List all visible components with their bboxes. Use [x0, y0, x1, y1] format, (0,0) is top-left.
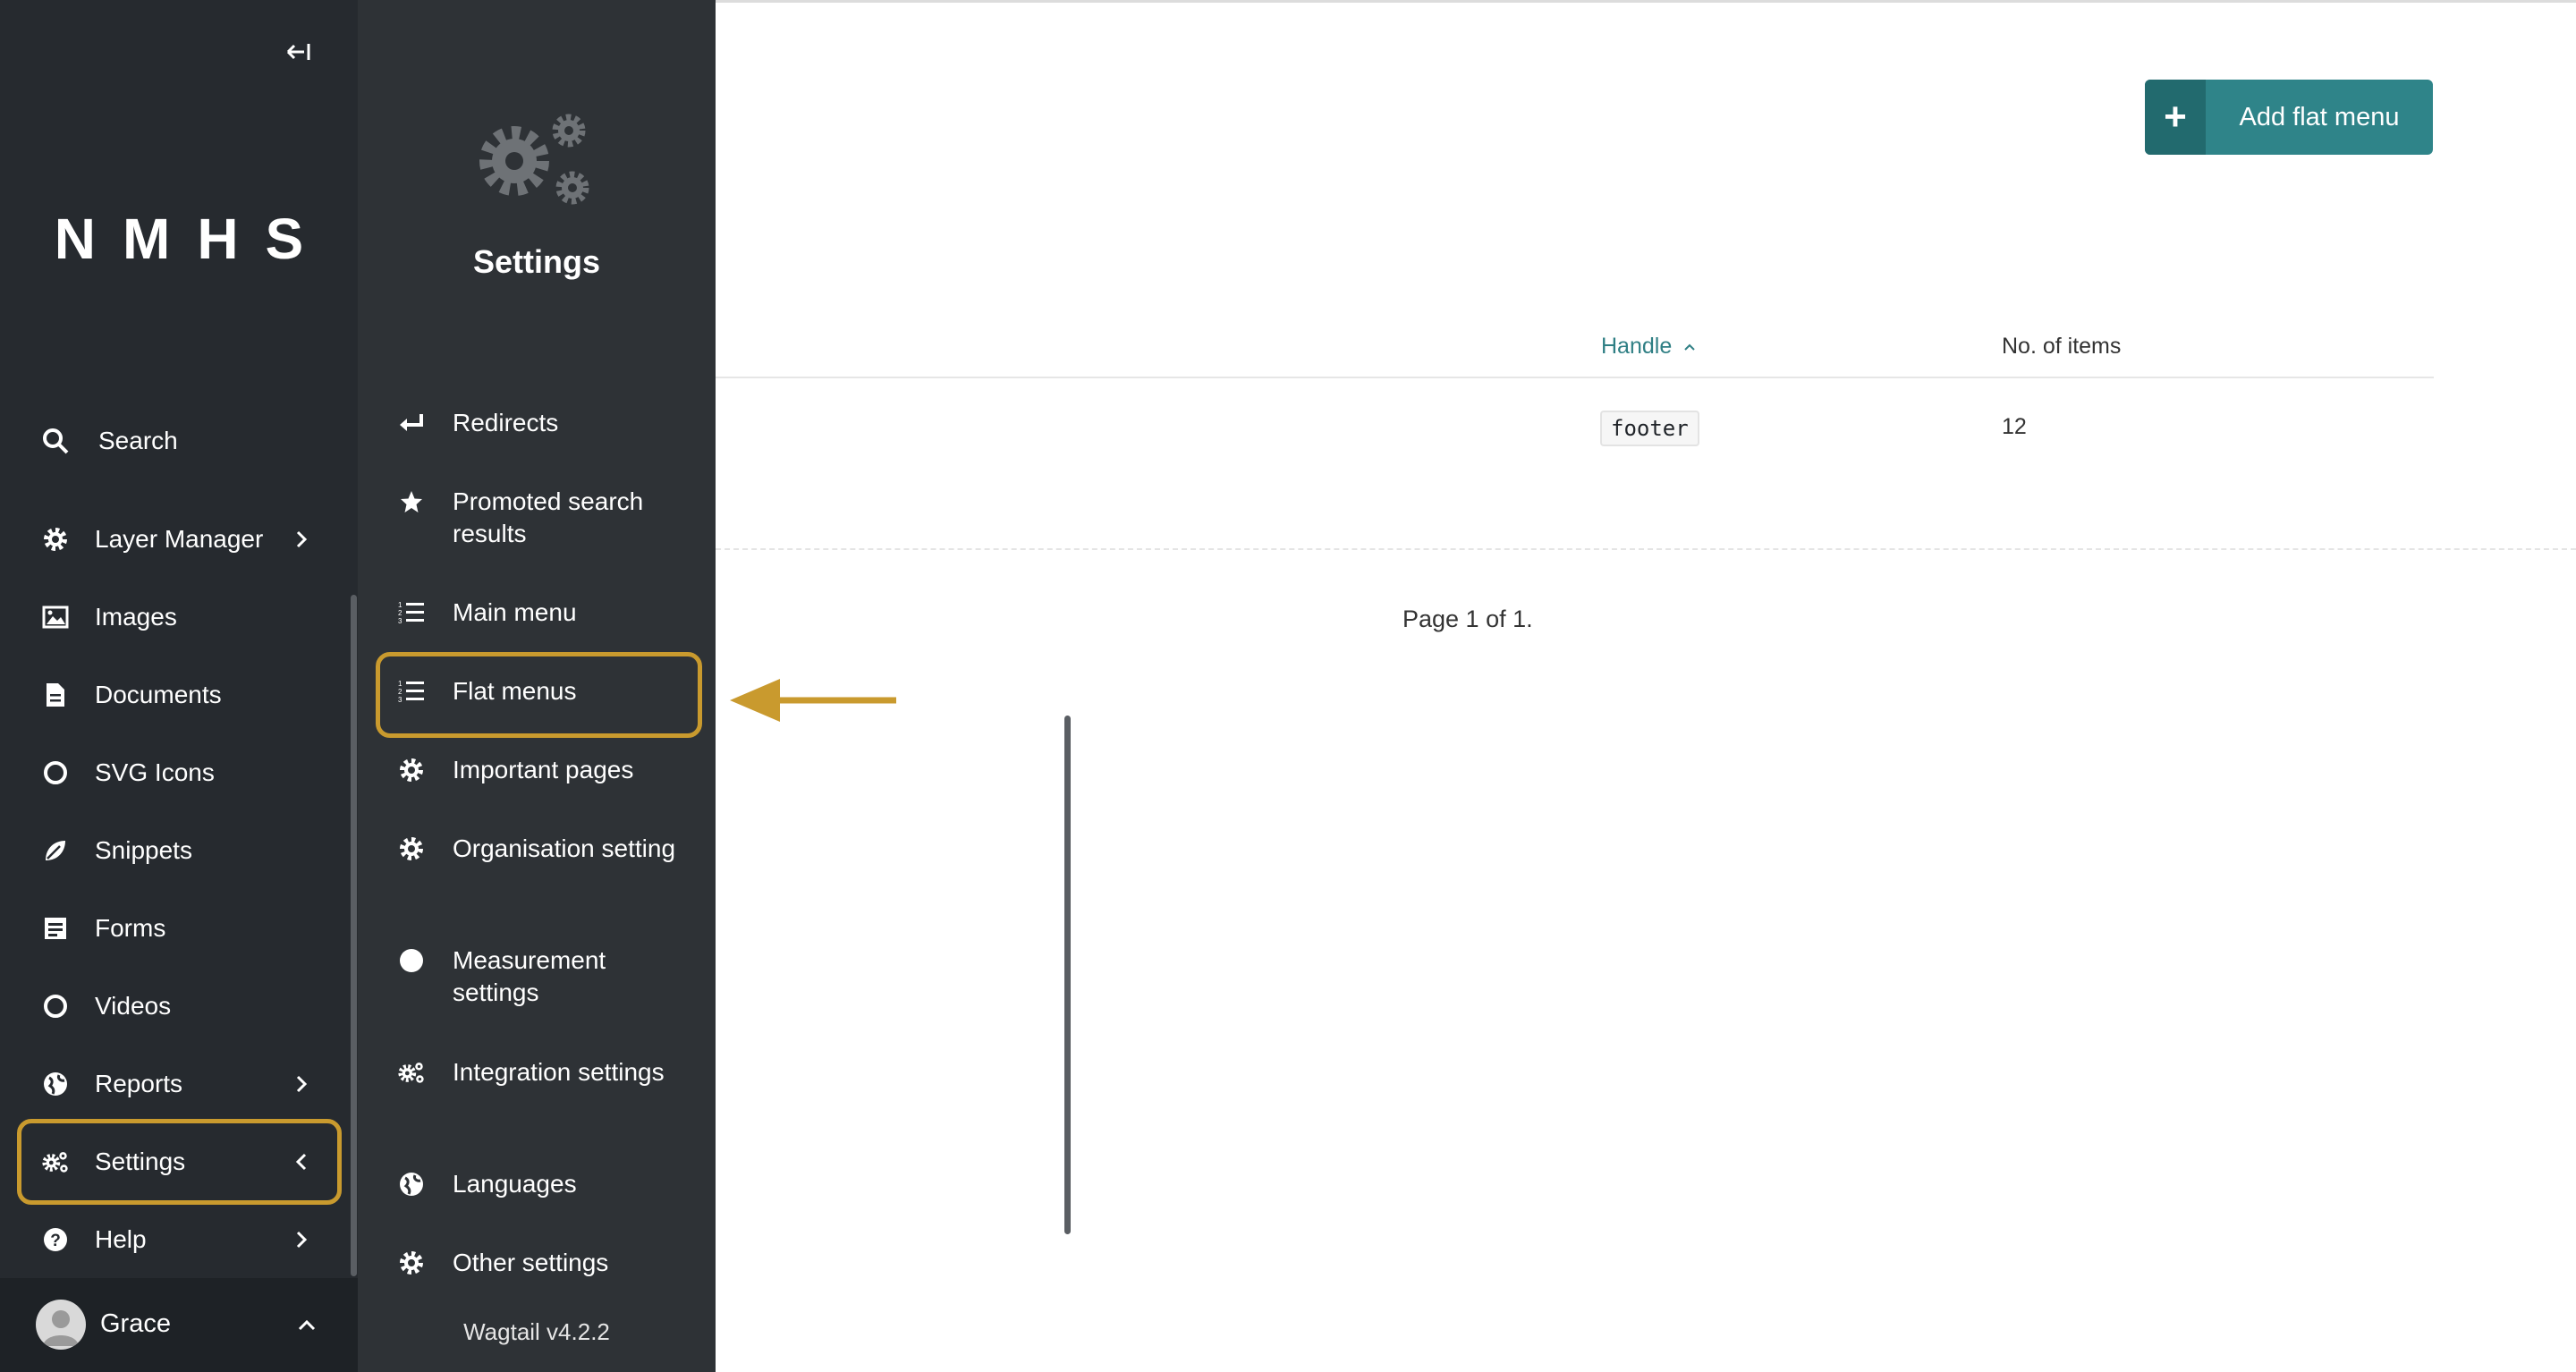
submenu-item-languages[interactable]: Languages — [358, 1168, 708, 1204]
collapse-sidebar-icon[interactable] — [281, 34, 317, 70]
sidebar-item-layer-manager[interactable]: Layer Manager — [0, 512, 349, 566]
globe-icon — [397, 1170, 426, 1198]
site-logo[interactable]: NMHS — [0, 206, 358, 272]
image-icon — [41, 603, 70, 631]
chevron-right-icon — [296, 530, 308, 548]
list-icon: 123 — [397, 598, 426, 627]
settings-submenu-panel: Settings Redirects Promoted search resul… — [358, 0, 1071, 1372]
submenu-item-flat-menus[interactable]: 123 Flat menus — [358, 675, 708, 711]
cogs-icon — [41, 1148, 70, 1176]
sidebar-item-settings[interactable]: Settings — [0, 1135, 349, 1189]
svg-text:3: 3 — [398, 617, 402, 625]
sidebar-item-help[interactable]: ? Help — [0, 1213, 349, 1266]
cog-icon — [397, 756, 426, 784]
pagination-text: Page 1 of 1. — [1402, 606, 1533, 632]
sidebar-item-forms[interactable]: Forms — [0, 902, 349, 955]
list-icon: 123 — [397, 677, 426, 706]
cog-icon — [397, 1249, 426, 1277]
redirect-icon — [397, 409, 426, 437]
user-name: Grace — [100, 1309, 171, 1338]
submenu-item-measurement-settings[interactable]: Measurement settings — [358, 944, 708, 1012]
cogs-icon — [397, 1058, 426, 1087]
submenu-scrollbar[interactable] — [1064, 716, 1071, 1234]
sidebar-item-snippets[interactable]: Snippets — [0, 824, 349, 877]
chevron-right-icon — [296, 1075, 308, 1093]
account-menu-toggle[interactable]: Grace — [0, 1278, 358, 1372]
cog-icon — [41, 525, 70, 554]
submenu-item-important-pages[interactable]: Important pages — [358, 754, 708, 790]
submenu-item-promoted-search-results[interactable]: Promoted search results — [358, 486, 708, 554]
globe-icon — [41, 1070, 70, 1098]
submenu-title: Settings — [472, 243, 600, 280]
sidebar-item-svg-icons[interactable]: SVG Icons — [0, 746, 349, 800]
column-header-items: No. of items — [2002, 334, 2122, 359]
wagtail-version: Wagtail v4.2.2 — [463, 1318, 610, 1345]
svg-text:3: 3 — [398, 696, 402, 704]
annotation-arrow-icon — [730, 679, 896, 722]
sidebar: NMHS Search Layer Manager Images Documen… — [0, 0, 358, 1372]
chevron-up-icon — [298, 1319, 316, 1331]
sidebar-item-images[interactable]: Images — [0, 590, 349, 644]
star-icon — [397, 487, 426, 516]
submenu-item-integration-settings[interactable]: Integration settings — [358, 1056, 708, 1124]
svg-text:1: 1 — [398, 680, 402, 688]
column-header-handle[interactable]: Handle — [1601, 334, 1697, 360]
circle-icon — [41, 758, 70, 787]
cog-icon — [397, 834, 426, 863]
avatar — [36, 1300, 86, 1350]
submenu-item-redirects[interactable]: Redirects — [358, 407, 708, 443]
form-icon — [41, 914, 70, 943]
chevron-left-icon — [295, 1153, 307, 1171]
sort-ascending-icon — [1684, 343, 1695, 351]
svg-text:2: 2 — [398, 609, 402, 617]
add-flat-menu-label: Add flat menu — [2239, 102, 2400, 131]
table-header-divider — [698, 377, 2434, 378]
circle-filled-icon — [397, 946, 426, 975]
svg-text:?: ? — [50, 1232, 61, 1250]
submenu-item-organisation-setting[interactable]: Organisation setting — [358, 833, 708, 901]
table-row-handle: footer — [1600, 411, 1699, 446]
add-flat-menu-button[interactable]: + Add flat menu — [2145, 80, 2433, 155]
sidebar-item-documents[interactable]: Documents — [0, 668, 349, 722]
svg-text:1: 1 — [398, 601, 402, 609]
sidebar-item-videos[interactable]: Videos — [0, 979, 349, 1033]
submenu-item-main-menu[interactable]: 123 Main menu — [358, 597, 708, 632]
table-footer-divider — [698, 548, 2576, 550]
snippet-icon — [41, 836, 70, 865]
search-icon — [41, 427, 70, 455]
plus-icon: + — [2145, 80, 2206, 155]
sidebar-item-reports[interactable]: Reports — [0, 1057, 349, 1111]
settings-cogs-icon — [479, 114, 589, 205]
submenu-item-other-settings[interactable]: Other settings — [358, 1247, 708, 1283]
sidebar-item-search[interactable]: Search — [0, 414, 349, 468]
svg-text:2: 2 — [398, 688, 402, 696]
table-row-item-count: 12 — [2002, 414, 2027, 439]
chevron-right-icon — [296, 1231, 308, 1249]
help-icon: ? — [41, 1225, 70, 1254]
document-icon — [41, 681, 70, 709]
circle-icon — [41, 992, 70, 1021]
sidebar-scrollbar[interactable] — [351, 595, 357, 1276]
